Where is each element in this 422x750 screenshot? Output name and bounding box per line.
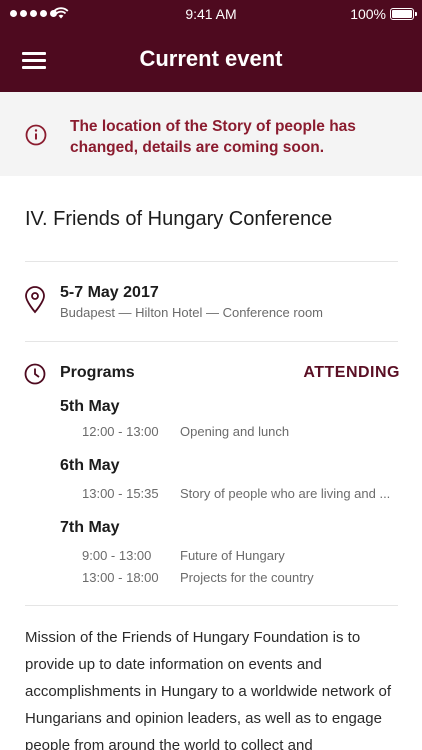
program-time: 12:00 - 13:00 [82,424,159,439]
program-day: 6th May [60,457,120,474]
page-title: Current event [139,46,283,71]
event-date: 5-7 May 2017 [60,284,159,301]
program-time: 13:00 - 18:00 [82,570,159,585]
program-title[interactable]: Projects for the country [180,570,314,585]
divider [25,341,398,342]
program-title[interactable]: Opening and lunch [180,424,289,439]
attending-button[interactable]: ATTENDING [303,364,400,382]
event-description: Mission of the Friends of Hungary Founda… [25,629,391,750]
location-pin-icon [25,286,45,314]
divider [25,261,398,262]
program-day: 5th May [60,398,120,415]
program-title[interactable]: Story of people who are living and ... [180,486,390,501]
event-title: IV. Friends of Hungary Conference [25,208,333,230]
clock-icon [24,363,46,385]
program-day: 7th May [60,519,120,536]
battery-percentage: 100% [350,6,386,22]
app-header: 9:41 AM 100% Current event [0,0,422,92]
programs-heading: Programs [60,364,135,381]
info-icon [25,124,47,146]
program-time: 9:00 - 13:00 [82,548,152,563]
divider [25,605,398,606]
program-title[interactable]: Future of Hungary [180,548,285,563]
alert-message: The location of the Story of people has … [70,118,356,156]
event-location: Budapest — Hilton Hotel — Conference roo… [60,305,324,320]
status-bar: 9:41 AM 100% [0,0,422,28]
program-time: 13:00 - 15:35 [82,486,159,501]
battery-icon [390,8,417,20]
